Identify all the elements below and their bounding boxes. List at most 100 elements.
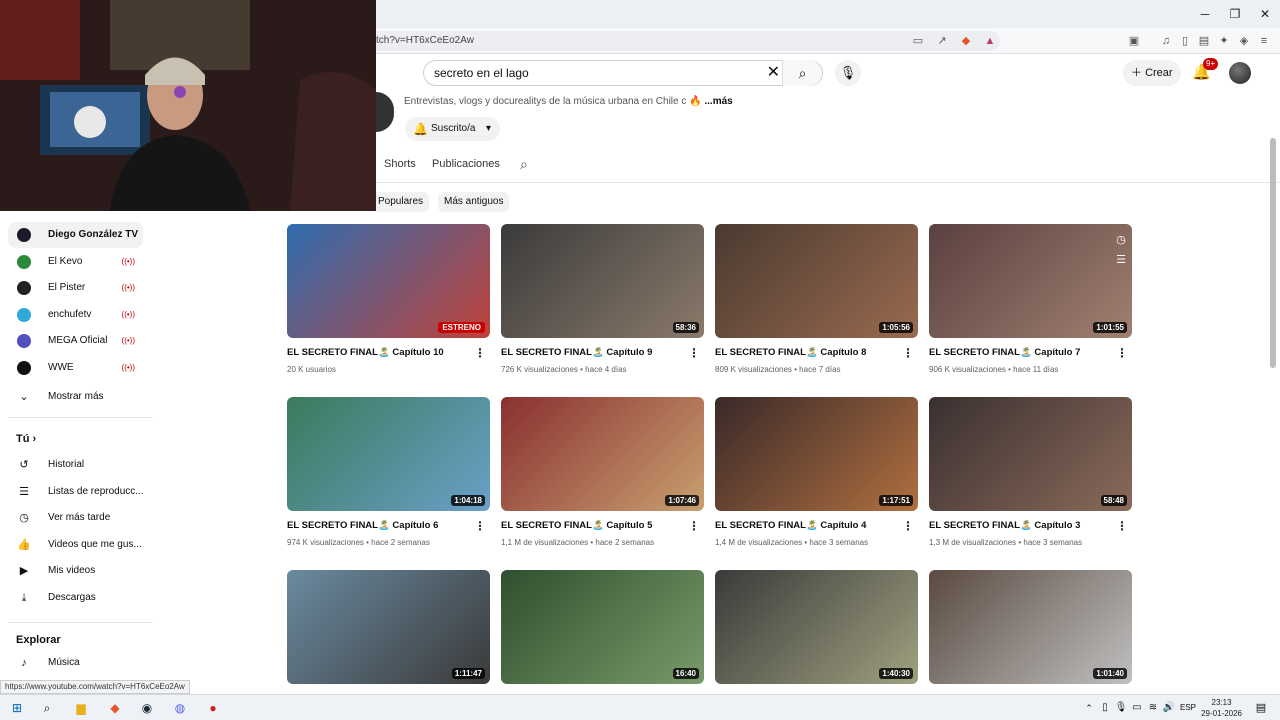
more-options-icon[interactable]: ⋮ (474, 519, 486, 533)
more-options-icon[interactable]: ⋮ (902, 346, 914, 360)
leo-ai-icon[interactable]: ✦ (1216, 33, 1232, 49)
video-title[interactable]: EL SECRETO FINAL🏝️ Capítulo 5 (501, 520, 681, 531)
video-thumbnail[interactable]: 1:11:47 (287, 570, 490, 684)
tab-shorts[interactable]: Shorts (384, 158, 416, 170)
video-card[interactable]: 1:05:56 EL SECRETO FINAL🏝️ Capítulo 8 809 … (715, 224, 918, 384)
file-explorer-icon[interactable]: ▆ (72, 699, 90, 717)
video-thumbnail[interactable]: 1:01:55 ◷ ☰ (929, 224, 1132, 338)
reading-list-icon[interactable]: ▯ (1177, 33, 1193, 49)
language-indicator[interactable]: ESP (1177, 699, 1199, 717)
watch-later-icon[interactable]: ◷ (1116, 230, 1126, 250)
video-thumbnail[interactable]: 1:07:46 (501, 397, 704, 511)
video-thumbnail[interactable]: 1:04:18 (287, 397, 490, 511)
sidebar-toggle-icon[interactable]: ▣ (1126, 33, 1142, 49)
more-options-icon[interactable]: ⋮ (474, 346, 486, 360)
sidebar-you-item[interactable]: ◷ Ver más tarde (8, 505, 143, 531)
sidebar-you-item[interactable]: ↺ Historial (8, 452, 143, 478)
sidebar-you-item[interactable]: ⤓ Descargas (8, 585, 143, 611)
sidebar-item-musica[interactable]: ♪ Música (8, 650, 143, 676)
video-title[interactable]: EL SECRETO FINAL🏝️ Capítulo 3 (929, 520, 1109, 531)
channel-search-icon[interactable]: ⌕ (520, 156, 528, 173)
sidebar-show-more[interactable]: ⌄ Mostrar más (8, 384, 143, 410)
search-input[interactable]: secreto en el lago ✕ ⌕ (423, 60, 823, 86)
channel-description[interactable]: Entrevistas, vlogs y docurealitys de la … (404, 96, 733, 107)
sidebar-channel-item[interactable]: Diego González TV (8, 222, 143, 248)
live-indicator-icon: ((•)) (121, 283, 135, 293)
video-title[interactable]: EL SECRETO FINAL🏝️ Capítulo 8 (715, 347, 895, 358)
notifications-center-icon[interactable]: ▤ (1252, 699, 1270, 717)
vpn-icon[interactable]: ◈ (1236, 33, 1252, 49)
more-options-icon[interactable]: ⋮ (688, 346, 700, 360)
volume-icon[interactable]: 🔊 (1160, 699, 1178, 717)
video-thumbnail[interactable]: 1:17:51 (715, 397, 918, 511)
video-thumbnail[interactable]: 1:05:56 (715, 224, 918, 338)
video-title[interactable]: EL SECRETO FINAL🏝️ Capítulo 4 (715, 520, 895, 531)
fire-icon: 🔥 (689, 96, 702, 107)
video-thumbnail[interactable]: 16:40 (501, 570, 704, 684)
share-icon[interactable]: ↗ (934, 33, 950, 49)
more-options-icon[interactable]: ⋮ (902, 519, 914, 533)
video-card[interactable]: 1:07:46 EL SECRETO FINAL🏝️ Capítulo 5 1,1 … (501, 397, 704, 557)
video-thumbnail[interactable]: 58:36 (501, 224, 704, 338)
brave-shield-icon[interactable]: ◆ (958, 33, 974, 49)
create-button[interactable]: ＋ Crear (1123, 60, 1181, 86)
add-to-queue-icon[interactable]: ☰ (1116, 250, 1126, 270)
taskbar-clock[interactable]: 23:13 29-01-2026 (1201, 697, 1242, 719)
video-duration: 1:40:30 (879, 668, 913, 679)
brave-rewards-icon[interactable]: ▲ (982, 33, 998, 49)
menu-icon[interactable]: ≡ (1256, 33, 1272, 49)
steam-icon[interactable]: ◉ (138, 699, 156, 717)
video-thumbnail[interactable]: 1:40:30 (715, 570, 918, 684)
tab-publicaciones[interactable]: Publicaciones (432, 158, 500, 170)
search-query: secreto en el lago (434, 66, 529, 80)
sidebar-you-item[interactable]: ▶ Mis videos (8, 558, 143, 584)
video-thumbnail[interactable]: 58:48 (929, 397, 1132, 511)
media-icon[interactable]: ♫ (1158, 33, 1174, 49)
clear-search-icon[interactable]: ✕ (767, 61, 780, 85)
sidebar-you-item[interactable]: 👍 Videos que me gus... (8, 532, 143, 558)
sidebar-you-heading[interactable]: Tú › (16, 433, 36, 445)
video-title[interactable]: EL SECRETO FINAL🏝️ Capítulo 9 (501, 347, 681, 358)
cast-icon[interactable]: ▭ (910, 33, 926, 49)
search-button[interactable]: ⌕ (782, 60, 822, 86)
address-bar[interactable]: tch?v=HT6xCeEo2Aw (360, 31, 1000, 51)
brave-browser-icon[interactable]: ◆ (106, 699, 124, 717)
obs-icon[interactable]: ● (204, 699, 222, 717)
discord-icon[interactable]: ◍ (171, 699, 189, 717)
video-card[interactable]: 58:48 EL SECRETO FINAL🏝️ Capítulo 3 1,3 M … (929, 397, 1132, 557)
more-options-icon[interactable]: ⋮ (1116, 519, 1128, 533)
chip-populares[interactable]: Populares (372, 192, 430, 212)
video-card[interactable]: 1:17:51 EL SECRETO FINAL🏝️ Capítulo 4 1,4 … (715, 397, 918, 557)
page-scrollbar[interactable] (1270, 138, 1276, 368)
video-card[interactable]: 58:36 EL SECRETO FINAL🏝️ Capítulo 9 726 K … (501, 224, 704, 384)
sidebar-channel-item[interactable]: enchufetv ((•)) (8, 302, 143, 328)
voice-search-icon[interactable]: 🎙 (835, 60, 861, 86)
sidebar-item-label: Mostrar más (48, 391, 104, 402)
sidebar-channel-item[interactable]: MEGA Oficial ((•)) (8, 328, 143, 354)
window-minimize-button[interactable]: ─ (1190, 4, 1220, 24)
sidebar-you-item[interactable]: ☰ Listas de reproducc... (8, 479, 143, 505)
sidebar-channel-item[interactable]: El Pister ((•)) (8, 275, 143, 301)
video-title[interactable]: EL SECRETO FINAL🏝️ Capítulo 7 (929, 347, 1109, 358)
sidebar-channel-item[interactable]: WWE ((•)) (8, 355, 143, 381)
sidebar-channel-item[interactable]: El Kevo ((•)) (8, 249, 143, 275)
video-thumbnail[interactable]: ESTRENO (287, 224, 490, 338)
more-options-icon[interactable]: ⋮ (688, 519, 700, 533)
more-options-icon[interactable]: ⋮ (1116, 346, 1128, 360)
video-card[interactable]: 1:01:55 ◷ ☰ EL SECRETO FINAL🏝️ Capítulo 7 90… (929, 224, 1132, 384)
chip-mas-antiguos[interactable]: Más antiguos (438, 192, 510, 212)
channel-avatar[interactable] (376, 92, 394, 132)
windows-start-icon[interactable]: ⊞ (8, 699, 26, 717)
wallet-icon[interactable]: ▤ (1196, 33, 1212, 49)
subscribe-button[interactable]: 🔔 Suscrito/a ▾ (405, 117, 500, 141)
window-close-button[interactable]: ✕ (1250, 4, 1280, 24)
video-thumbnail[interactable]: 1:01:40 (929, 570, 1132, 684)
video-title[interactable]: EL SECRETO FINAL🏝️ Capítulo 6 (287, 520, 467, 531)
window-maximize-button[interactable]: ❐ (1220, 4, 1250, 24)
video-card[interactable]: ESTRENO EL SECRETO FINAL🏝️ Capítulo 10 20 … (287, 224, 490, 384)
account-avatar[interactable] (1229, 62, 1251, 84)
video-title[interactable]: EL SECRETO FINAL🏝️ Capítulo 10 (287, 347, 467, 358)
search-icon[interactable]: ⌕ (38, 699, 56, 717)
video-card[interactable]: 1:04:18 EL SECRETO FINAL🏝️ Capítulo 6 974 … (287, 397, 490, 557)
more-link[interactable]: ...más (704, 96, 732, 107)
